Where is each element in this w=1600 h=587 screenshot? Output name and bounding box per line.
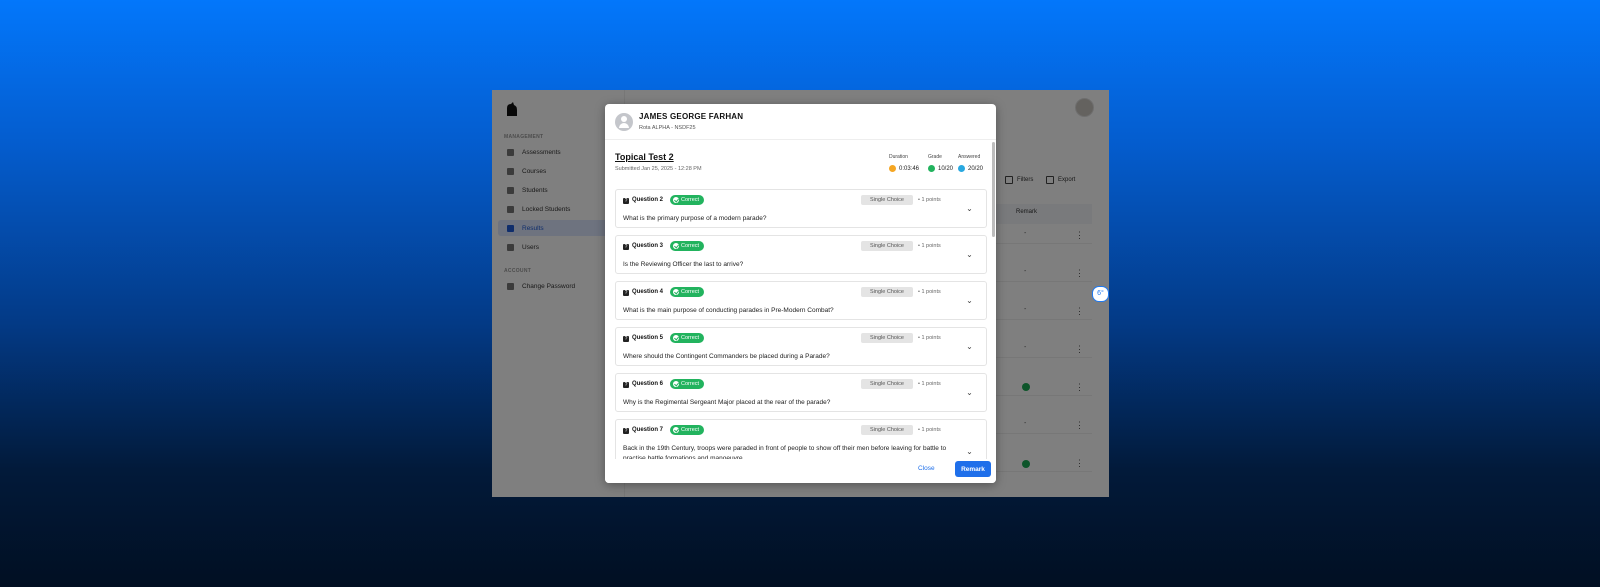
check-icon xyxy=(673,335,679,341)
grade-value: 10/20 xyxy=(928,165,953,172)
question-text: What is the main purpose of conducting p… xyxy=(623,307,834,314)
submitted-date: Submitted Jan 25, 2025 - 12:28 PM xyxy=(615,166,702,172)
side-panel-toggle[interactable]: 6° xyxy=(1092,286,1109,302)
modal-header: JAMES GEORGE FARHAN Rota ALPHA - NSDF25 xyxy=(605,104,996,140)
correct-badge: Correct xyxy=(670,195,705,205)
correct-badge: Correct xyxy=(670,425,705,435)
correct-badge: Correct xyxy=(670,241,705,251)
question-card[interactable]: ? Question 4 Correct Single Choice • 1 p… xyxy=(615,281,987,320)
answered-value: 20/20 xyxy=(958,165,983,172)
close-button[interactable]: Close xyxy=(918,465,935,472)
grade-text: 10/20 xyxy=(938,165,954,172)
question-number: Question 6 xyxy=(632,381,664,387)
question-points: • 1 points xyxy=(918,427,941,433)
badge-text: Correct xyxy=(681,289,700,295)
correct-badge: Correct xyxy=(670,287,705,297)
chevron-down-icon[interactable]: ⌄ xyxy=(966,343,973,351)
question-type-tag: Single Choice xyxy=(861,379,913,389)
chevron-down-icon[interactable]: ⌄ xyxy=(966,297,973,305)
test-title[interactable]: Topical Test 2 xyxy=(615,152,674,162)
question-type-tag: Single Choice xyxy=(861,287,913,297)
question-type-tag: Single Choice xyxy=(861,425,913,435)
badge-text: Correct xyxy=(681,335,700,341)
question-text: Is the Reviewing Officer the last to arr… xyxy=(623,261,744,268)
student-name: JAMES GEORGE FARHAN xyxy=(639,112,744,121)
grade-label: Grade xyxy=(928,154,942,160)
question-points: • 1 points xyxy=(918,243,941,249)
badge-text: Correct xyxy=(681,197,700,203)
check-icon xyxy=(673,381,679,387)
correct-badge: Correct xyxy=(670,379,705,389)
question-icon: ? xyxy=(623,382,629,388)
badge-text: Correct xyxy=(681,243,700,249)
question-type-tag: Single Choice xyxy=(861,195,913,205)
clock-icon xyxy=(889,165,896,172)
duration-text: 0:03:46 xyxy=(899,165,920,172)
badge-text: Correct xyxy=(681,381,700,387)
student-group: Rota ALPHA - NSDF25 xyxy=(639,125,696,131)
check-icon xyxy=(673,243,679,249)
question-card[interactable]: ? Question 5 Correct Single Choice • 1 p… xyxy=(615,327,987,366)
question-number: Question 2 xyxy=(632,197,664,203)
question-points: • 1 points xyxy=(918,197,941,203)
remark-button[interactable]: Remark xyxy=(955,461,991,477)
question-icon: ? xyxy=(623,244,629,250)
answered-text: 20/20 xyxy=(968,165,984,172)
chevron-down-icon[interactable]: ⌄ xyxy=(966,389,973,397)
question-card[interactable]: ? Question 6 Correct Single Choice • 1 p… xyxy=(615,373,987,412)
duration-value: 0:03:46 xyxy=(889,165,919,172)
question-number: Question 5 xyxy=(632,335,664,341)
duration-label: Duration xyxy=(889,154,908,160)
check-icon xyxy=(673,289,679,295)
question-icon: ? xyxy=(623,336,629,342)
question-type-tag: Single Choice xyxy=(861,241,913,251)
answered-icon xyxy=(958,165,965,172)
result-modal: JAMES GEORGE FARHAN Rota ALPHA - NSDF25 … xyxy=(605,104,996,483)
side-toggle-label: 6 xyxy=(1097,290,1102,297)
chevron-down-icon[interactable]: ⌄ xyxy=(966,448,973,456)
question-points: • 1 points xyxy=(918,381,941,387)
question-icon: ? xyxy=(623,198,629,204)
question-points: • 1 points xyxy=(918,335,941,341)
question-type-tag: Single Choice xyxy=(861,333,913,343)
modal-footer: Close Remark xyxy=(605,459,996,483)
answered-label: Answered xyxy=(958,154,981,160)
question-number: Question 4 xyxy=(632,289,664,295)
question-icon: ? xyxy=(623,290,629,296)
check-circle-icon xyxy=(928,165,935,172)
question-number: Question 3 xyxy=(632,243,664,249)
chevron-down-icon[interactable]: ⌄ xyxy=(966,251,973,259)
question-number: Question 7 xyxy=(632,427,664,433)
question-points: • 1 points xyxy=(918,289,941,295)
chevron-down-icon[interactable]: ⌄ xyxy=(966,205,973,213)
question-text: Why is the Regimental Sergeant Major pla… xyxy=(623,399,831,406)
question-card[interactable]: ? Question 2 Correct Single Choice • 1 p… xyxy=(615,189,987,228)
student-avatar-icon xyxy=(615,113,633,131)
check-icon xyxy=(673,427,679,433)
correct-badge: Correct xyxy=(670,333,705,343)
modal-scrollbar[interactable] xyxy=(992,142,995,237)
question-text: Where should the Contingent Commanders b… xyxy=(623,353,830,360)
badge-text: Correct xyxy=(681,427,700,433)
question-icon: ? xyxy=(623,428,629,434)
question-card[interactable]: ? Question 3 Correct Single Choice • 1 p… xyxy=(615,235,987,274)
question-text: What is the primary purpose of a modern … xyxy=(623,215,767,222)
check-icon xyxy=(673,197,679,203)
